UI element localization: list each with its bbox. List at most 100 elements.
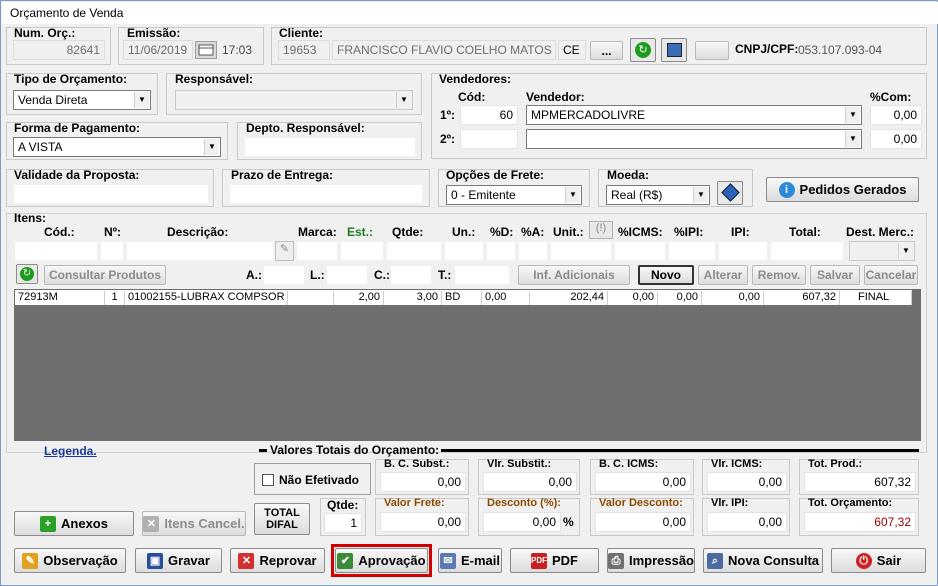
desconto-field[interactable]: 0,00: [483, 512, 561, 532]
novo-button[interactable]: Novo: [638, 265, 694, 285]
chevron-down-icon: ▼: [396, 92, 411, 108]
item-icms-input[interactable]: [614, 241, 666, 261]
vend-row1-cod[interactable]: 60: [460, 105, 518, 125]
item-total-input[interactable]: [770, 241, 844, 261]
qtde-label: Qtde:: [327, 498, 359, 512]
warning-icon[interactable]: (!): [589, 221, 613, 239]
num-orc-label: Num. Orç.:: [14, 26, 76, 40]
salvar-button[interactable]: Salvar: [810, 265, 860, 285]
item-unit-input[interactable]: [550, 241, 612, 261]
cliente-search-button[interactable]: ...: [590, 41, 623, 60]
frete-select[interactable]: 0 - Emitente ▼: [446, 185, 582, 205]
item-d-input[interactable]: [486, 241, 516, 261]
inf-adicionais-button[interactable]: Inf. Adicionais: [518, 265, 630, 285]
item-un-input[interactable]: [444, 241, 484, 261]
num-orc-field[interactable]: 82641: [13, 40, 105, 60]
vlr-ipi-field[interactable]: 0,00: [707, 512, 787, 532]
item-desc-input[interactable]: [126, 241, 274, 261]
blank-button[interactable]: [695, 41, 729, 60]
add-item-green-button[interactable]: ↻: [16, 264, 38, 284]
validade-field[interactable]: [13, 184, 209, 204]
vend-row2-com[interactable]: 0,00: [870, 129, 922, 149]
items-grid[interactable]: 72913M 1 01002155-LUBRAX COMPSOR A 2,00 …: [14, 289, 921, 441]
alterar-button[interactable]: Alterar: [698, 265, 748, 285]
item-ipipct-input[interactable]: [668, 241, 716, 261]
vend-row2-cod[interactable]: [460, 129, 518, 149]
impressao-button[interactable]: ⎙ Impressão: [607, 548, 695, 573]
gravar-button[interactable]: ▣ Gravar: [135, 548, 222, 573]
search-icon: ⌕: [706, 552, 723, 569]
aprovacao-label: Aprovação: [358, 553, 426, 568]
total-difal-button[interactable]: TOTAL DIFAL: [254, 503, 310, 535]
c-input[interactable]: [390, 265, 432, 285]
a-input[interactable]: [263, 265, 305, 285]
tot-prod-field[interactable]: 607,32: [804, 472, 916, 492]
pedidos-gerados-button[interactable]: i Pedidos Gerados: [766, 177, 919, 202]
client-card-button[interactable]: [661, 38, 687, 62]
cliente-uf-field[interactable]: CE: [558, 40, 586, 60]
pencil-icon[interactable]: ✎: [275, 241, 294, 261]
cancelar-button[interactable]: Cancelar: [864, 265, 918, 285]
bc-icms-field[interactable]: 0,00: [595, 472, 691, 492]
nao-efetivado-checkbox[interactable]: [262, 474, 274, 486]
cell-marca: [288, 291, 334, 305]
item-est-input[interactable]: [340, 241, 384, 261]
item-qtde-input[interactable]: [386, 241, 442, 261]
table-row[interactable]: 72913M 1 01002155-LUBRAX COMPSOR A 2,00 …: [15, 290, 912, 305]
tipo-select[interactable]: Venda Direta ▼: [13, 90, 151, 110]
vend-row1-com[interactable]: 0,00: [870, 105, 922, 125]
valor-frete-field[interactable]: 0,00: [380, 512, 466, 532]
col-d: %D:: [490, 225, 514, 239]
email-button[interactable]: ✉ E-mail: [438, 548, 502, 573]
emissao-group: Emissão: 11/06/2019 17:03: [118, 26, 264, 65]
vlr-icms-label: Vlr. ICMS:: [711, 458, 763, 470]
refresh-green-button[interactable]: ↻: [630, 38, 656, 62]
vend-row2-select[interactable]: ▼: [526, 129, 862, 149]
reprovar-button[interactable]: ✕ Reprovar: [230, 548, 325, 573]
moeda-info-button[interactable]: [717, 181, 743, 205]
t-input[interactable]: [454, 265, 510, 285]
moeda-select[interactable]: Real (R$) ▼: [606, 185, 710, 205]
item-a-input[interactable]: [518, 241, 548, 261]
vlr-icms-field[interactable]: 0,00: [707, 472, 787, 492]
pdf-button[interactable]: PDF PDF: [510, 548, 599, 573]
observacao-button[interactable]: ✎ Observação: [14, 548, 126, 573]
remover-button[interactable]: Remov.: [752, 265, 806, 285]
emissao-date-field[interactable]: 11/06/2019: [123, 40, 193, 60]
item-ipi-input[interactable]: [718, 241, 768, 261]
pagamento-select[interactable]: A VISTA ▼: [13, 137, 221, 157]
main-window: Orçamento de Venda Num. Orç.: 82641 Emis…: [0, 0, 938, 586]
responsavel-select[interactable]: ▼: [175, 90, 413, 110]
sair-button[interactable]: ⏻ Sair: [831, 548, 926, 573]
cliente-name-field[interactable]: FRANCISCO FLAVIO COELHO MATOS: [332, 40, 556, 60]
item-cod-input[interactable]: [14, 241, 98, 261]
aprovacao-button[interactable]: ✔ Aprovação: [335, 548, 428, 573]
legenda-link[interactable]: Legenda.: [44, 444, 97, 458]
qtde-field[interactable]: 1: [324, 513, 362, 533]
cnpj-label: CNPJ/CPF:: [735, 42, 799, 56]
chevron-down-icon: ▼: [845, 107, 860, 123]
calendar-icon[interactable]: [195, 41, 217, 59]
consultar-produtos-button[interactable]: Consultar Produtos: [44, 265, 166, 285]
item-marca-input[interactable]: [296, 241, 338, 261]
item-dest-select[interactable]: ▼: [849, 241, 915, 261]
tot-orc-field[interactable]: 607,32: [804, 512, 916, 532]
vend-row1-select[interactable]: MPMERCADOLIVRE ▼: [526, 105, 862, 125]
frete-value: 0 - Emitente: [451, 188, 516, 202]
chevron-down-icon: ▼: [204, 139, 219, 155]
itens-cancel-button[interactable]: ✕ Itens Cancel.: [142, 511, 246, 536]
valor-frete-group: Valor Frete: 0,00: [375, 497, 469, 536]
anexos-button[interactable]: + Anexos: [14, 511, 134, 536]
cliente-code-field[interactable]: 19653: [278, 40, 330, 60]
valor-desc-field[interactable]: 0,00: [595, 512, 691, 532]
item-num-input[interactable]: [100, 241, 124, 261]
nova-consulta-button[interactable]: ⌕ Nova Consulta: [703, 548, 823, 573]
depto-field[interactable]: [244, 137, 416, 157]
vlr-subst-field[interactable]: 0,00: [483, 472, 577, 492]
bc-subst-field[interactable]: 0,00: [380, 472, 466, 492]
l-input[interactable]: [326, 265, 368, 285]
col-ipi: IPI:: [731, 225, 750, 239]
moeda-value: Real (R$): [611, 188, 663, 202]
prazo-field[interactable]: [229, 184, 423, 204]
vendedores-label: Vendedores:: [439, 72, 512, 86]
